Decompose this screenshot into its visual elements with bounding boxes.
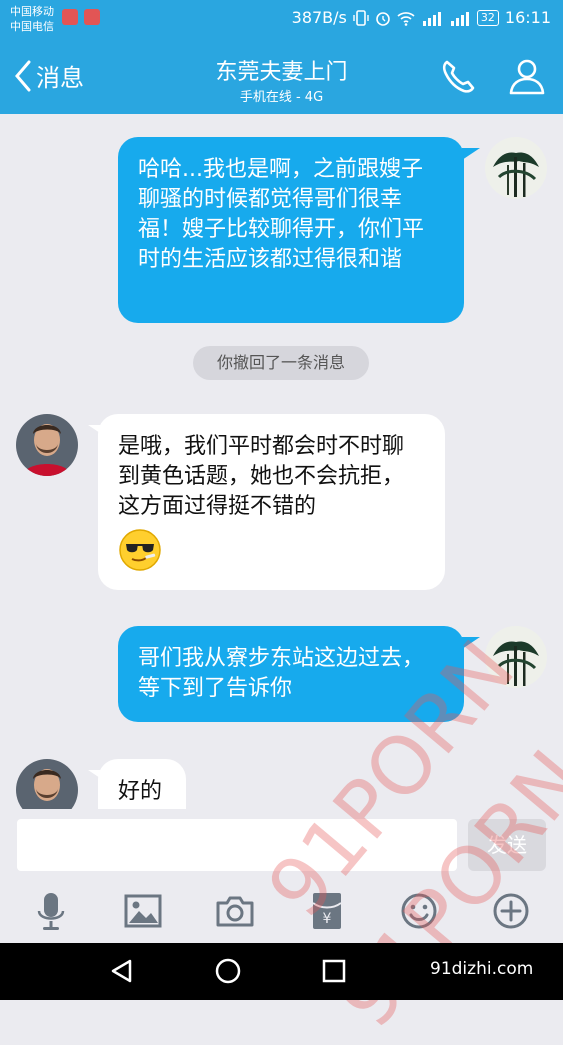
message-bubble-incoming[interactable]: 好的 [98,759,186,809]
signal-icon [422,11,441,26]
profile-button[interactable] [507,56,547,100]
phone-icon [442,60,475,93]
red-packet-button[interactable]: ¥ [307,891,347,931]
notification-app-icon [84,9,100,25]
send-button[interactable]: 发送 [468,819,546,871]
my-avatar[interactable] [485,137,547,199]
image-button[interactable] [123,891,163,931]
red-packet-icon: ¥ [312,893,342,929]
bubble-tail [462,637,480,649]
svg-text:¥: ¥ [323,911,332,927]
message-text: 是哦，我们平时都会时不时聊到黄色话题，她也不会抗拒，这方面过得挺不错的 [118,434,405,519]
carrier-1: 中国移动 [10,5,54,18]
cool-sunglasses-emoji-icon [119,529,161,571]
image-icon [124,894,162,928]
status-right: 387B/s 32 16:11 [292,8,551,27]
message-bubble-outgoing[interactable]: 哈哈...我也是啊，之前跟嫂子聊骚的时候都觉得哥们很幸福！嫂子比较聊得开，你们平… [118,137,464,323]
contact-name: 东莞夫妻上门 [215,60,348,85]
emoji-icon [401,893,437,929]
net-speed: 387B/s [291,8,347,27]
signal-icon [450,11,469,26]
input-bar: 发送 [0,809,563,879]
contact-avatar[interactable] [16,759,78,809]
carrier-2: 中国电信 [10,20,54,33]
circle-home-icon [215,958,241,984]
triangle-back-icon [111,959,132,983]
clock: 16:11 [504,8,551,27]
my-avatar[interactable] [485,626,547,688]
vibrate-icon [353,9,369,26]
carrier-info: 中国移动 中国电信 [10,4,54,34]
wifi-icon [397,11,415,26]
square-recents-icon [322,959,346,983]
alarm-icon [376,11,390,26]
notification-icons [62,9,100,25]
camera-icon [216,896,254,927]
chat-area[interactable]: 哈哈...我也是啊，之前跟嫂子聊骚的时候都觉得哥们很幸福！嫂子比较聊得开，你们平… [0,114,563,809]
status-bar: 中国移动 中国电信 387B/s 32 16:11 [0,0,563,38]
recall-notice: 你撤回了一条消息 [193,346,369,380]
more-button[interactable] [491,891,531,931]
contact-avatar[interactable] [16,414,78,476]
emoji-button[interactable] [399,891,439,931]
recents-nav-button[interactable] [320,957,348,989]
camera-button[interactable] [215,891,255,931]
online-status: 手机在线 - 4G [239,90,324,105]
call-button[interactable] [438,56,478,100]
message-bubble-outgoing[interactable]: 哥们我从寮步东站这边过去，等下到了告诉你 [118,626,464,722]
person-icon [509,59,545,95]
microphone-icon [37,893,65,930]
chat-header: 消息 东莞夫妻上门 手机在线 - 4G [0,38,563,114]
back-nav-button[interactable] [108,957,136,989]
plus-icon [493,893,529,929]
input-toolbar: ¥ [0,879,563,943]
site-watermark: 91dizhi.com [430,959,534,979]
system-nav-bar: 91dizhi.com [0,943,563,1000]
battery-indicator: 32 [476,9,499,26]
voice-button[interactable] [31,891,71,931]
message-input[interactable] [17,819,457,871]
home-nav-button[interactable] [214,957,242,989]
bubble-tail [462,148,480,160]
notification-app-icon [62,9,78,25]
message-bubble-incoming[interactable]: 是哦，我们平时都会时不时聊到黄色话题，她也不会抗拒，这方面过得挺不错的 [98,414,445,590]
